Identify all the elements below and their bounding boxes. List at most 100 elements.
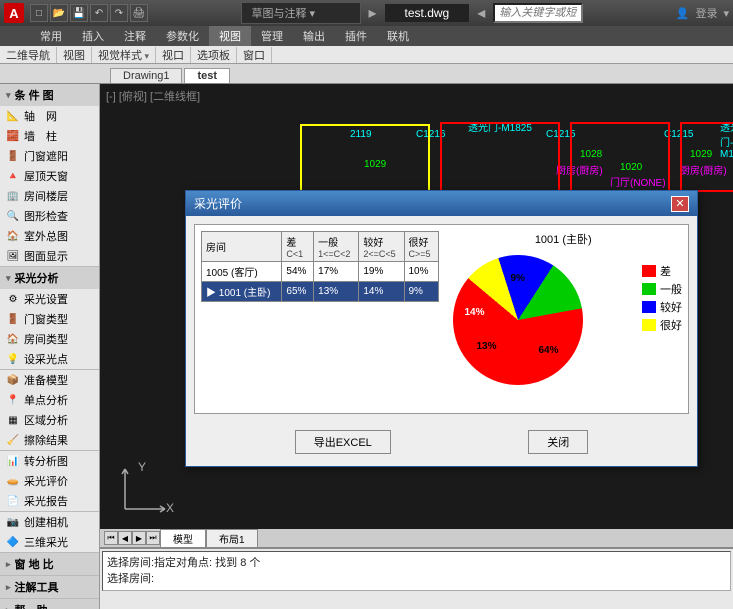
nav-next-icon[interactable]: ▶ bbox=[132, 531, 146, 545]
save-icon[interactable]: 💾 bbox=[70, 4, 88, 22]
sidebar-item[interactable]: ⚙采光设置 bbox=[0, 289, 99, 309]
subbar-item[interactable]: 窗口 bbox=[237, 47, 272, 63]
cad-rect bbox=[570, 122, 670, 192]
panel-header[interactable]: 条 件 图 bbox=[0, 84, 99, 106]
sidebar-item[interactable]: 🖼图面显示 bbox=[0, 246, 99, 266]
nav-last-icon[interactable]: ⏭ bbox=[146, 531, 160, 545]
ribbon-tab[interactable]: 参数化 bbox=[156, 26, 209, 46]
legend-item: 一般 bbox=[642, 281, 682, 297]
login-link[interactable]: 登录 bbox=[695, 5, 717, 21]
redo-icon[interactable]: ↷ bbox=[110, 4, 128, 22]
viewport-label[interactable]: [-] [俯视] [二维线框] bbox=[106, 88, 200, 104]
sidebar-item[interactable]: 🥧采光评价 bbox=[0, 471, 99, 491]
panel-header[interactable]: 窗 地 比 bbox=[0, 553, 99, 575]
results-table: 房间差C<1一般1<=C<2较好2<=C<5很好C>=51005 (客厅)54%… bbox=[201, 231, 439, 407]
file-tab[interactable]: Drawing1 bbox=[110, 68, 182, 83]
panel-header[interactable]: 注解工具 bbox=[0, 576, 99, 598]
item-label: 室外总图 bbox=[24, 228, 68, 244]
print-icon[interactable]: 🖨 bbox=[130, 4, 148, 22]
item-label: 采光报告 bbox=[24, 493, 68, 509]
sidebar-item[interactable]: 🏠室外总图 bbox=[0, 226, 99, 246]
export-excel-button[interactable]: 导出EXCEL bbox=[295, 430, 391, 454]
sidebar-item[interactable]: ▦区域分析 bbox=[0, 410, 99, 430]
cell: 1001 (主卧) bbox=[202, 282, 282, 302]
panel-header[interactable]: 采光分析 bbox=[0, 267, 99, 289]
subbar-item[interactable]: 视觉样式 bbox=[92, 47, 156, 63]
table-row[interactable]: 1005 (客厅)54%17%19%10% bbox=[202, 262, 439, 282]
command-prompt[interactable] bbox=[100, 593, 733, 597]
close-button[interactable]: 关闭 bbox=[528, 430, 588, 454]
sidebar-item[interactable]: 🧱 墙 柱 bbox=[0, 126, 99, 146]
help-icon[interactable]: ▾ bbox=[723, 7, 729, 20]
item-label: 墙 柱 bbox=[24, 128, 57, 144]
sidebar-item[interactable]: 🔺屋顶天窗 bbox=[0, 166, 99, 186]
command-history: 选择房间:指定对角点: 找到 8 个 选择房间: bbox=[102, 551, 731, 591]
legend-item: 差 bbox=[642, 263, 682, 279]
subbar-item[interactable]: 视图 bbox=[57, 47, 92, 63]
panel-header[interactable]: 帮 助 bbox=[0, 599, 99, 609]
sidebar-item[interactable]: 🏠房间类型 bbox=[0, 329, 99, 349]
user-icon[interactable]: 👤 bbox=[676, 7, 690, 20]
pie-label: 64% bbox=[539, 345, 559, 356]
sidebar-item[interactable]: 📍单点分析 bbox=[0, 390, 99, 410]
chart-title: 1001 (主卧) bbox=[445, 231, 683, 247]
nav-prev-icon[interactable]: ◀ bbox=[118, 531, 132, 545]
subbar-item[interactable]: 视口 bbox=[156, 47, 191, 63]
cad-label: 1028 bbox=[580, 149, 602, 160]
ribbon-tab[interactable]: 联机 bbox=[377, 26, 419, 46]
subbar-item[interactable]: 二维导航 bbox=[0, 47, 57, 63]
item-icon: 💡 bbox=[6, 352, 20, 366]
layout-tab[interactable]: 布局1 bbox=[206, 529, 258, 548]
side-panel: 条 件 图📐轴 网 🧱 墙 柱 🚪门窗遮阳🔺屋顶天窗🏢房间楼层🔍图形检查🏠室外总图🖼图… bbox=[0, 84, 100, 609]
item-label: 房间类型 bbox=[24, 331, 68, 347]
ribbon-tab[interactable]: 注释 bbox=[114, 26, 156, 46]
sidebar-item[interactable]: 🚪门窗遮阳 bbox=[0, 146, 99, 166]
sidebar-item[interactable]: 📊转分析图 bbox=[0, 451, 99, 471]
sidebar-item[interactable]: 🏢房间楼层 bbox=[0, 186, 99, 206]
item-icon: 🔺 bbox=[6, 169, 20, 183]
item-label: 创建相机 bbox=[24, 514, 68, 530]
ribbon-tab[interactable]: 输出 bbox=[293, 26, 335, 46]
sidebar-item[interactable]: 📐轴 网 bbox=[0, 106, 99, 126]
command-line[interactable]: 选择房间:指定对角点: 找到 8 个 选择房间: bbox=[100, 547, 733, 609]
sidebar-item[interactable]: 📦准备模型 bbox=[0, 370, 99, 390]
file-tab[interactable]: test bbox=[184, 68, 230, 83]
sidebar-item[interactable]: 🔍图形检查 bbox=[0, 206, 99, 226]
ribbon-tab[interactable]: 视图 bbox=[209, 26, 251, 46]
subbar-item[interactable]: 选项板 bbox=[191, 47, 237, 63]
item-icon: ⚙ bbox=[6, 292, 20, 306]
close-icon[interactable]: ✕ bbox=[671, 196, 689, 212]
app-logo[interactable]: A bbox=[4, 3, 24, 23]
legend-item: 很好 bbox=[642, 317, 682, 333]
item-label: 设采光点 bbox=[24, 351, 68, 367]
pie-label: 13% bbox=[477, 341, 497, 352]
item-label: 单点分析 bbox=[24, 392, 68, 408]
dialog-title: 采光评价 bbox=[194, 195, 242, 212]
new-icon[interactable]: □ bbox=[30, 4, 48, 22]
sidebar-item[interactable]: 📷创建相机 bbox=[0, 512, 99, 532]
undo-icon[interactable]: ↶ bbox=[90, 4, 108, 22]
open-icon[interactable]: 📂 bbox=[50, 4, 68, 22]
layout-tab[interactable]: 模型 bbox=[160, 529, 206, 548]
item-label: 门窗类型 bbox=[24, 311, 68, 327]
item-icon: ▦ bbox=[6, 413, 20, 427]
item-icon: 🧱 bbox=[6, 129, 20, 143]
sidebar-item[interactable]: 📄采光报告 bbox=[0, 491, 99, 511]
sidebar-item[interactable]: 🚪门窗类型 bbox=[0, 309, 99, 329]
ribbon-tab[interactable]: 插入 bbox=[72, 26, 114, 46]
search-input[interactable] bbox=[493, 3, 583, 23]
cell: 10% bbox=[404, 262, 438, 282]
table-row[interactable]: 1001 (主卧)65%13%14%9% bbox=[202, 282, 439, 302]
cad-label: 透光门-M1825 bbox=[468, 119, 532, 134]
ribbon-tab[interactable]: 管理 bbox=[251, 26, 293, 46]
cad-label: 2119 bbox=[350, 129, 372, 140]
dialog-titlebar[interactable]: 采光评价 ✕ bbox=[186, 191, 697, 216]
workspace-combo[interactable]: 草图与注释 ▾ bbox=[241, 2, 361, 24]
cell: 17% bbox=[314, 262, 359, 282]
ribbon-tab[interactable]: 常用 bbox=[30, 26, 72, 46]
ribbon-tab[interactable]: 插件 bbox=[335, 26, 377, 46]
nav-first-icon[interactable]: ⏮ bbox=[104, 531, 118, 545]
sidebar-item[interactable]: 💡 设采光点 bbox=[0, 349, 99, 369]
sidebar-item[interactable]: 🔷三维采光 bbox=[0, 532, 99, 552]
sidebar-item[interactable]: 🧹擦除结果 bbox=[0, 430, 99, 450]
